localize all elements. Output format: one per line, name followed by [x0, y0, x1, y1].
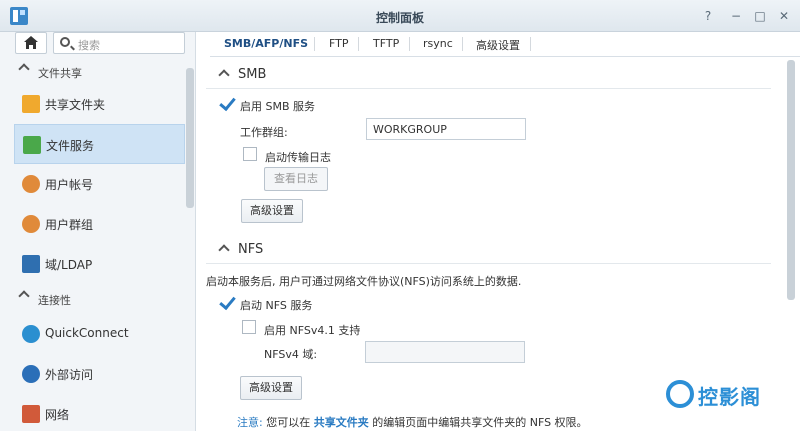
view-log-button[interactable]: 查看日志 [264, 167, 328, 191]
sidebar-item-label: QuickConnect [45, 326, 129, 340]
search-input[interactable]: 搜索 [78, 37, 100, 53]
note-text-after: 的编辑页面中编辑共享文件夹的 NFS 权限。 [372, 416, 588, 429]
nfs-section-header[interactable]: NFS [200, 236, 770, 262]
group-icon [22, 215, 40, 233]
sidebar-item-label: 用户群组 [45, 218, 94, 232]
sidebar-scrollbar[interactable] [186, 68, 194, 208]
enable-smb-checkbox[interactable] [220, 96, 234, 110]
help-button[interactable]: ? [700, 8, 716, 24]
sidebar-item-user[interactable]: 用户帐号 [14, 164, 185, 204]
sidebar-item-label: 网络 [45, 408, 70, 422]
title-bar: 控制面板 ? − □ ✕ [0, 0, 800, 32]
transfer-log-label: 启动传输日志 [265, 151, 331, 164]
shared-folder-icon [22, 95, 40, 113]
domain-icon [22, 255, 40, 273]
nfs41-label: 启用 NFSv4.1 支持 [264, 324, 361, 337]
tab-separator [358, 37, 359, 51]
tab-bar: SMB/AFP/NFS FTP TFTP rsync 高级设置 [210, 32, 800, 57]
nfs-section-title: NFS [238, 242, 264, 257]
home-icon [24, 36, 38, 49]
search-icon [60, 37, 70, 47]
sidebar-item-quickconnect[interactable]: QuickConnect [14, 314, 185, 354]
nfs41-checkbox[interactable] [242, 320, 256, 334]
sidebar-item-label: 外部访问 [45, 368, 94, 382]
user-icon [22, 175, 40, 193]
tab-rsync[interactable]: rsync [423, 37, 453, 50]
tab-separator [314, 37, 315, 51]
sidebar-item-group[interactable]: 用户群组 [14, 204, 185, 244]
chevron-up-icon [218, 244, 230, 256]
section-file-sharing[interactable]: 文件共享 [0, 60, 186, 84]
sidebar-item-domain-ldap[interactable]: 域/LDAP [14, 244, 185, 284]
transfer-log-checkbox[interactable] [243, 147, 257, 161]
sidebar-item-shared-folder[interactable]: 共享文件夹 [14, 84, 185, 124]
nfs-note: 注意: 您可以在 共享文件夹 的编辑页面中编辑共享文件夹的 NFS 权限。 [237, 414, 588, 430]
watermark-text: 控影阁 [698, 385, 761, 409]
smb-section-title: SMB [238, 67, 267, 82]
section-connectivity[interactable]: 连接性 [0, 287, 186, 311]
note-prefix: 注意: [237, 416, 263, 429]
maximize-button[interactable]: □ [752, 8, 768, 24]
sidebar-item-label: 域/LDAP [45, 258, 93, 272]
main-scrollbar[interactable] [787, 60, 795, 300]
chevron-up-icon [18, 63, 30, 75]
enable-smb-label: 启用 SMB 服务 [240, 100, 316, 113]
nfs-advanced-button[interactable]: 高级设置 [240, 376, 302, 400]
section-label: 连接性 [38, 294, 71, 307]
tab-tftp[interactable]: TFTP [373, 37, 399, 50]
nfs-description: 启动本服务后, 用户可通过网络文件协议(NFS)访问系统上的数据. [206, 275, 522, 288]
window-title: 控制面板 [375, 11, 424, 25]
watermark: 控影阁 [660, 378, 800, 412]
quickconnect-icon [22, 325, 40, 343]
workgroup-input[interactable]: WORKGROUP [366, 118, 526, 140]
tab-ftp[interactable]: FTP [329, 37, 349, 50]
sidebar-item-label: 共享文件夹 [45, 98, 106, 112]
sidebar-item-file-services[interactable]: 文件服务 [14, 124, 185, 164]
watermark-logo-icon [666, 380, 694, 408]
file-services-icon [23, 136, 41, 154]
divider [206, 263, 771, 264]
home-button[interactable] [15, 32, 47, 54]
globe-icon [22, 365, 40, 383]
chevron-up-icon [18, 290, 30, 302]
section-label: 文件共享 [38, 67, 82, 80]
sidebar-item-label: 文件服务 [46, 139, 95, 153]
workgroup-label: 工作群组: [240, 126, 288, 139]
chevron-up-icon [218, 69, 230, 81]
smb-section-header[interactable]: SMB [200, 61, 770, 87]
sidebar: 搜索 文件共享 共享文件夹 文件服务 用户帐号 用户群组 域/LDAP 连接性 … [0, 32, 196, 431]
nfsv4-domain-input[interactable] [365, 341, 525, 363]
divider [206, 88, 771, 89]
minimize-button[interactable]: − [728, 8, 744, 24]
network-icon [22, 405, 40, 423]
sidebar-item-label: 用户帐号 [45, 178, 94, 192]
sidebar-item-network[interactable]: 网络 [14, 394, 185, 431]
tab-advanced[interactable]: 高级设置 [476, 37, 520, 53]
smb-advanced-button[interactable]: 高级设置 [241, 199, 303, 223]
search-box[interactable]: 搜索 [53, 32, 185, 54]
tab-separator [462, 37, 463, 51]
sidebar-item-external-access[interactable]: 外部访问 [14, 354, 185, 394]
enable-nfs-label: 启动 NFS 服务 [240, 299, 313, 312]
tab-separator [409, 37, 410, 51]
tab-separator [530, 37, 531, 51]
shared-folder-link[interactable]: 共享文件夹 [314, 416, 369, 429]
note-text-before: 您可以在 [266, 416, 311, 429]
close-button[interactable]: ✕ [776, 8, 792, 24]
tab-smb-afp-nfs[interactable]: SMB/AFP/NFS [224, 37, 308, 50]
nfsv4-domain-label: NFSv4 域: [264, 348, 318, 361]
main-content: SMB 启用 SMB 服务 工作群组: WORKGROUP 启动传输日志 查看日… [200, 57, 785, 431]
enable-nfs-checkbox[interactable] [220, 295, 234, 309]
